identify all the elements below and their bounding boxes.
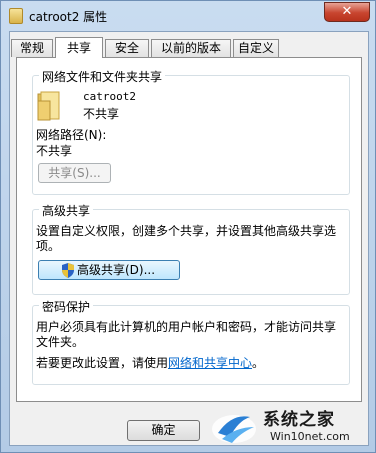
group-title: 密码保护: [39, 298, 94, 315]
title-bar[interactable]: catroot2 属性 ✕: [1, 1, 376, 31]
properties-window: catroot2 属性 ✕ 常规 共享 安全 以前的版本 自定义 网络文件和文件…: [0, 0, 376, 453]
watermark-url: Win10net.com: [270, 430, 350, 443]
password-info-line3: 若要更改此设置，请使用网络和共享中心。: [36, 354, 264, 371]
tab-security[interactable]: 安全: [105, 39, 149, 57]
change-setting-text: 若要更改此设置，请使用: [36, 356, 169, 370]
advanced-sharing-button[interactable]: 高级共享(D)...: [38, 260, 180, 280]
advanced-sharing-description: 设置自定义权限，创建多个共享，并设置其他高级共享选: [36, 224, 337, 238]
shield-icon: [62, 263, 74, 278]
tab-general[interactable]: 常规: [11, 39, 53, 57]
folder-name: catroot2: [83, 90, 136, 103]
watermark: 系统之家 Win10net.com: [208, 403, 374, 451]
watermark-brand: 系统之家: [263, 410, 335, 430]
tab-sharing[interactable]: 共享: [55, 37, 103, 58]
share-button[interactable]: 共享(S)...: [38, 163, 111, 183]
watermark-logo-icon: [212, 415, 256, 443]
network-sharing-center-link[interactable]: 网络和共享中心: [168, 356, 252, 370]
advanced-sharing-button-label: 高级共享(D)...: [77, 263, 156, 277]
group-title: 网络文件和文件夹共享: [39, 68, 166, 85]
folder-icon: [9, 8, 23, 24]
change-setting-suffix: 。: [252, 356, 265, 370]
window-title: catroot2 属性: [29, 10, 108, 24]
folder-share-status: 不共享: [83, 107, 120, 121]
network-path-value: 不共享: [36, 144, 73, 158]
tab-customize[interactable]: 自定义: [233, 39, 279, 57]
tab-previous-versions[interactable]: 以前的版本: [151, 39, 231, 57]
network-path-label: 网络路径(N):: [36, 128, 107, 142]
advanced-sharing-description-cont: 项。: [36, 239, 61, 253]
ok-button[interactable]: 确定: [127, 420, 200, 441]
close-button[interactable]: ✕: [324, 2, 370, 22]
folder-icon: [37, 91, 60, 121]
group-title: 高级共享: [39, 202, 94, 219]
password-info-line2: 文件夹。: [36, 335, 85, 349]
